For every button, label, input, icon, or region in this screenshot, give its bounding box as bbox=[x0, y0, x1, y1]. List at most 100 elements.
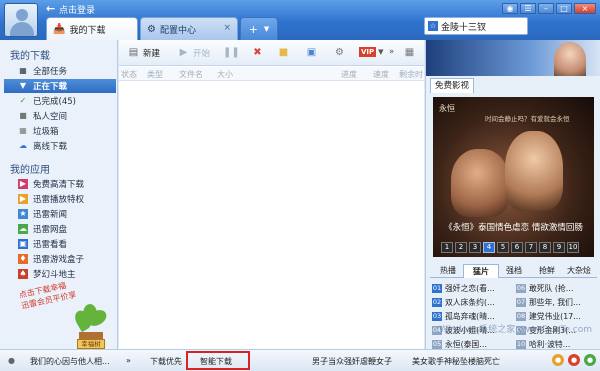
user-avatar[interactable] bbox=[4, 3, 38, 37]
column-headers: 状态 类型 文件名 大小 进度 速度 剩余时 bbox=[119, 67, 424, 81]
sidebar-item-label: 迅雷看看 bbox=[33, 240, 68, 250]
sidebar: 我的下载 ▦ 全部任务 ▼ 正在下载 ✓ 已完成(45) ■ 私人空间 ▦ 垃圾… bbox=[0, 40, 118, 349]
page-button[interactable]: 5 bbox=[497, 242, 509, 253]
my-apps-title: 我的应用 bbox=[10, 165, 50, 176]
close-button[interactable]: × bbox=[574, 3, 596, 14]
poster-caption: 《永恒》泰国情色虐恋 情欲激情回肠 bbox=[444, 223, 583, 233]
page-button[interactable]: 2 bbox=[455, 242, 467, 253]
col-remaining[interactable]: 剩余时 bbox=[399, 69, 423, 80]
tab-label: 配置中心 bbox=[159, 25, 196, 36]
page-button-active[interactable]: 4 bbox=[483, 242, 495, 253]
movie-list-item[interactable]: 01 强奸之恋(看… bbox=[432, 282, 514, 295]
maximize-button[interactable]: □ bbox=[556, 3, 572, 14]
sidebar-item-trash[interactable]: ▦ 垃圾箱 bbox=[4, 124, 116, 138]
new-task-button[interactable]: ▤ 新建 bbox=[127, 47, 160, 59]
sidebar-item-all-tasks[interactable]: ▦ 全部任务 bbox=[4, 64, 116, 78]
tab-config-center[interactable]: ⚙ 配置中心 × bbox=[140, 17, 238, 40]
login-link[interactable]: 点击登录 bbox=[59, 3, 95, 16]
download-tab-icon: 📥 bbox=[53, 23, 66, 35]
sidebar-item-private-space[interactable]: ■ 私人空间 bbox=[4, 109, 116, 123]
news-link-left[interactable]: 我们的心因与他人相... bbox=[30, 356, 110, 367]
ad-banner[interactable] bbox=[426, 40, 600, 76]
download-priority-button[interactable]: 下载优先 bbox=[150, 356, 182, 367]
happiness-tree-icon[interactable]: 幸福树 bbox=[71, 304, 110, 350]
game-icon: ♦ bbox=[18, 254, 28, 264]
col-speed[interactable]: 速度 bbox=[373, 69, 389, 80]
movie-poster[interactable]: 永恒 时间会静止吗？有爱就会永恒 《永恒》泰国情色虐恋 情欲激情回肠 bbox=[433, 97, 594, 257]
start-button[interactable]: ▶ 开始 bbox=[177, 47, 210, 59]
double-chevron-icon[interactable]: » bbox=[126, 356, 131, 365]
add-tab-button[interactable]: + ▼ bbox=[240, 17, 278, 40]
page-button[interactable]: 10 bbox=[567, 242, 579, 253]
news-link-mid[interactable]: 男子当众强奸虐鞭女子 bbox=[312, 356, 392, 367]
happiness-tree-sign: 幸福树 bbox=[77, 339, 105, 349]
movie-list-item[interactable]: 07 那些年, 我们… bbox=[516, 296, 598, 309]
tab-category[interactable]: 大杂烩 bbox=[561, 264, 597, 278]
tab-category[interactable]: 热播 bbox=[430, 264, 466, 278]
tv-icon: ▣ bbox=[18, 239, 28, 249]
sidebar-item-free-hd[interactable]: ▶ 免费高清下载 bbox=[4, 177, 116, 191]
double-chevron-icon: » bbox=[389, 47, 395, 57]
sidebar-item-netdisk[interactable]: ☁ 迅雷网盘 bbox=[4, 222, 116, 236]
tab-category[interactable]: 抢鲜 bbox=[529, 264, 565, 278]
settings-button[interactable]: ⚙ bbox=[333, 47, 349, 59]
promo-text: 点击下载幸福 迅雷会员平价享 bbox=[18, 278, 77, 311]
col-type[interactable]: 类型 bbox=[147, 69, 163, 80]
avatar-head-shape bbox=[16, 9, 28, 21]
page-button[interactable]: 9 bbox=[553, 242, 565, 253]
movie-list-item[interactable]: 02 双人床条约(… bbox=[432, 296, 514, 309]
close-tab-icon[interactable]: × bbox=[223, 23, 231, 33]
delete-icon: ✖ bbox=[253, 47, 262, 58]
sidebar-item-landlord[interactable]: ♠ 梦幻斗地主 bbox=[4, 267, 116, 281]
news-icon: ★ bbox=[18, 209, 28, 219]
col-filename[interactable]: 文件名 bbox=[179, 69, 203, 80]
hot-search-box[interactable]: ☆ 金陵十三钗 bbox=[424, 17, 528, 35]
skin-button[interactable]: ◉ bbox=[502, 3, 518, 14]
tab-category[interactable]: 强档 bbox=[496, 264, 532, 278]
smart-download-button[interactable]: 智能下载 bbox=[200, 356, 232, 367]
pause-button[interactable]: ❚❚ bbox=[223, 47, 240, 59]
palette-icon[interactable]: ● bbox=[552, 354, 564, 366]
news-link-right[interactable]: 美女歌手神秘坠楼脑死亡 bbox=[412, 356, 500, 367]
tab-free-movies[interactable]: 免费影视 bbox=[430, 78, 474, 93]
back-arrow-icon[interactable]: ← bbox=[46, 2, 55, 15]
tab-my-downloads[interactable]: 📥 我的下载 bbox=[46, 17, 138, 40]
sidebar-item-label: 迅雷游戏盒子 bbox=[33, 255, 85, 265]
lock-icon: ■ bbox=[19, 111, 27, 120]
sidebar-item-kankan[interactable]: ▣ 迅雷看看 bbox=[4, 237, 116, 251]
sidebar-item-game-box[interactable]: ♦ 迅雷游戏盒子 bbox=[4, 252, 116, 266]
page-button[interactable]: 1 bbox=[441, 242, 453, 253]
menu-button[interactable]: ☰ bbox=[520, 3, 536, 14]
page-button[interactable]: 8 bbox=[539, 242, 551, 253]
sidebar-item-label: 私人空间 bbox=[33, 112, 68, 122]
sidebar-item-completed[interactable]: ✓ 已完成(45) bbox=[4, 94, 116, 108]
accelerate-icon[interactable]: ● bbox=[584, 354, 596, 366]
page-button[interactable]: 7 bbox=[525, 242, 537, 253]
check-icon: ✓ bbox=[19, 96, 27, 105]
open-folder-button[interactable]: ■ bbox=[277, 47, 293, 59]
col-status[interactable]: 状态 bbox=[121, 69, 137, 80]
sidebar-item-offline[interactable]: ☁ 离线下载 bbox=[4, 139, 116, 153]
all-tasks-icon: ▦ bbox=[19, 66, 27, 75]
watermark: Windows系统之家 www.DuoTe.com bbox=[439, 325, 592, 335]
col-size[interactable]: 大小 bbox=[217, 69, 233, 80]
minimize-button[interactable]: – bbox=[538, 3, 554, 14]
view-toggle-button[interactable]: ▦ bbox=[403, 47, 419, 59]
monitor-button[interactable]: ▣ bbox=[305, 47, 321, 59]
movie-title: 那些年, 我们… bbox=[529, 298, 581, 307]
sidebar-item-downloading[interactable]: ▼ 正在下载 bbox=[4, 79, 116, 93]
movie-list-item[interactable]: 06 敢死队 (抢… bbox=[516, 282, 598, 295]
tab-category-active[interactable]: 猛片 bbox=[463, 264, 499, 278]
vip-button[interactable]: VIP ▼ bbox=[359, 47, 384, 57]
poster-figure bbox=[451, 149, 509, 217]
location-icon[interactable]: ● bbox=[568, 354, 580, 366]
sidebar-item-label: 正在下载 bbox=[33, 82, 68, 92]
speaker-icon[interactable]: ● bbox=[8, 356, 15, 365]
page-button[interactable]: 6 bbox=[511, 242, 523, 253]
sidebar-item-play-privilege[interactable]: ▶ 迅雷播放特权 bbox=[4, 192, 116, 206]
page-button[interactable]: 3 bbox=[469, 242, 481, 253]
more-button[interactable]: » bbox=[389, 47, 394, 57]
col-progress[interactable]: 进度 bbox=[341, 69, 357, 80]
sidebar-item-news[interactable]: ★ 迅雷新闻 bbox=[4, 207, 116, 221]
delete-button[interactable]: ✖ bbox=[251, 47, 267, 59]
